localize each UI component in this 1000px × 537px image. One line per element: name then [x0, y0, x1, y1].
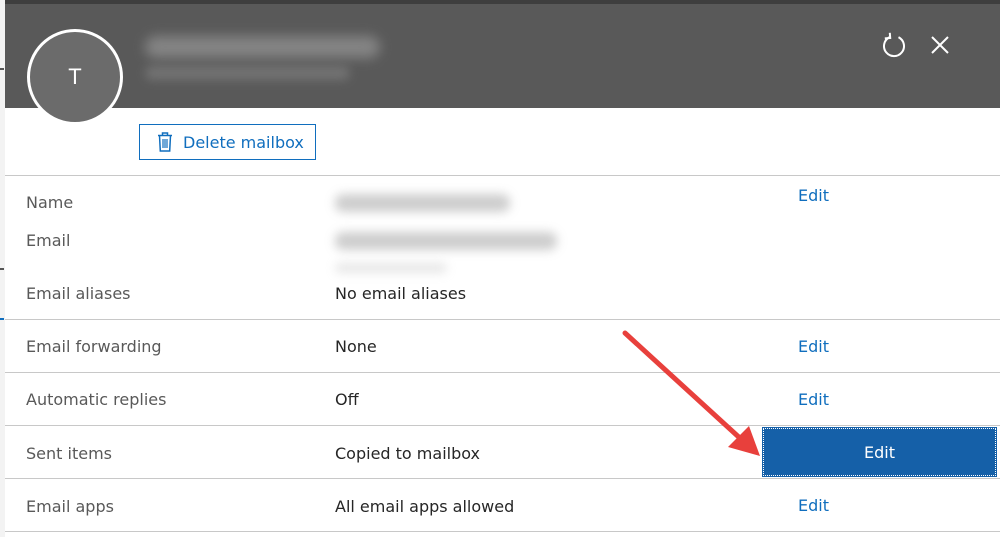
section-divider [5, 175, 1000, 176]
email-aliases-value: No email aliases [335, 284, 467, 303]
background-text-fragment [0, 268, 4, 270]
delete-mailbox-button[interactable]: Delete mailbox [139, 124, 316, 160]
user-details-panel: T Delete mailbox Name Edit Email Email a… [5, 0, 1000, 537]
avatar: T [27, 29, 123, 125]
refresh-button[interactable] [877, 28, 911, 62]
section-divider [5, 531, 1000, 532]
close-icon [931, 36, 949, 54]
redacted-display-name [145, 36, 380, 58]
email-forwarding-value: None [335, 337, 377, 356]
edit-automatic-replies-link[interactable]: Edit [798, 390, 829, 409]
delete-mailbox-label: Delete mailbox [183, 132, 304, 152]
email-apps-value: All email apps allowed [335, 497, 515, 516]
automatic-replies-label: Automatic replies [26, 390, 167, 409]
email-forwarding-label: Email forwarding [26, 337, 162, 356]
section-divider [5, 478, 1000, 479]
sent-items-label: Sent items [26, 444, 112, 463]
section-divider [5, 372, 1000, 373]
background-text-fragment [0, 68, 4, 70]
avatar-initial: T [68, 64, 82, 89]
sent-items-value: Copied to mailbox [335, 444, 480, 463]
email-apps-label: Email apps [26, 497, 114, 516]
edit-email-apps-link[interactable]: Edit [798, 496, 829, 515]
edit-sent-items-label: Edit [864, 442, 895, 462]
redacted-name-value [335, 194, 510, 212]
edit-forwarding-link[interactable]: Edit [798, 337, 829, 356]
section-divider [5, 425, 1000, 426]
email-aliases-label: Email aliases [26, 284, 131, 303]
redacted-email-extra [335, 263, 447, 273]
section-divider [5, 319, 1000, 320]
edit-sent-items-button[interactable]: Edit [762, 427, 997, 477]
redacted-subtitle [145, 66, 350, 80]
header-top-edge [5, 0, 1000, 4]
background-text-fragment [0, 318, 4, 320]
redacted-email-value [335, 232, 557, 250]
refresh-icon [883, 32, 905, 58]
edit-name-link[interactable]: Edit [798, 186, 829, 205]
automatic-replies-value: Off [335, 390, 359, 409]
close-button[interactable] [923, 28, 957, 62]
trash-icon [157, 132, 173, 152]
name-label: Name [26, 193, 74, 212]
panel-header [5, 0, 1000, 108]
email-label: Email [26, 231, 71, 250]
